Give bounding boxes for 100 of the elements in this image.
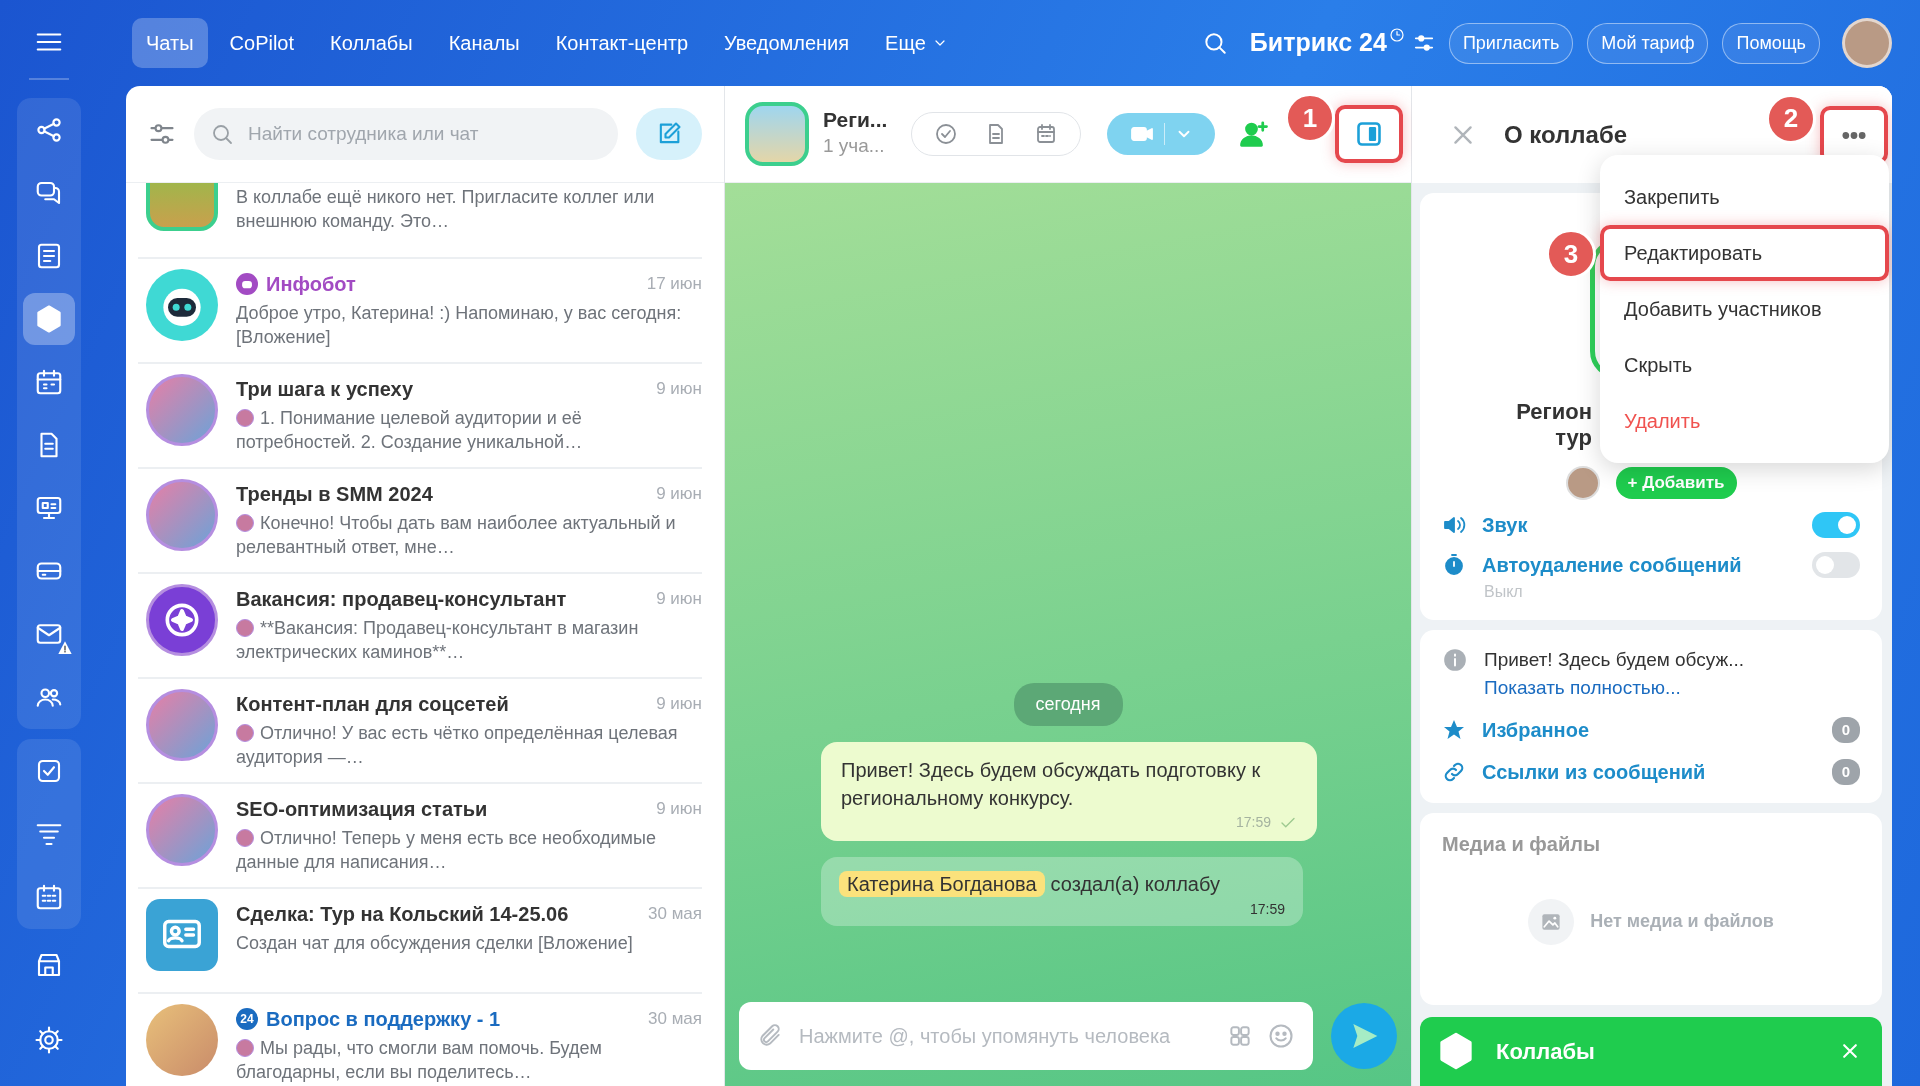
header-button[interactable]: Пригласить bbox=[1448, 22, 1574, 64]
header-button[interactable]: Мой тариф bbox=[1587, 22, 1709, 64]
description-text: Привет! Здесь будем обсуж... bbox=[1484, 647, 1745, 672]
nav-tab[interactable]: Каналы bbox=[434, 18, 534, 68]
hexagon-icon bbox=[34, 304, 64, 334]
chat-date: 9 июн bbox=[656, 798, 702, 821]
section-link[interactable]: Ссылки из сообщений bbox=[1482, 756, 1706, 787]
info-icon bbox=[1442, 647, 1468, 674]
chat-date: 9 июн bbox=[656, 588, 702, 611]
chat-list-item[interactable]: Контент-план для соцсетей 9 июн Отлично! У вас есть чётко определённая целевая аудитория —… bbox=[138, 679, 702, 784]
message-time: 17:59 bbox=[1249, 901, 1285, 917]
count-badge: 0 bbox=[1831, 716, 1860, 744]
chat-date: 9 июн bbox=[656, 378, 702, 401]
menu-item[interactable]: Редактировать bbox=[1600, 225, 1889, 281]
brand-logo: Битрикс 24 bbox=[1249, 27, 1387, 59]
chat-name: Инфобот bbox=[266, 272, 356, 297]
chat-list-item[interactable]: Вакансия: продавец-консультант 9 июн **Вакансия: Продавец-консультант в магазин электрических каминов**… bbox=[138, 574, 702, 679]
calendar-icon bbox=[34, 367, 64, 397]
banner-title: Коллабы bbox=[1496, 1037, 1595, 1066]
nodes-icon bbox=[34, 115, 64, 145]
message-time: 17:59 bbox=[1235, 813, 1271, 832]
menu-item[interactable]: Закрепить bbox=[1600, 169, 1889, 225]
panel-toggle-button[interactable] bbox=[1335, 105, 1403, 163]
chat-list-item[interactable]: Три шага к успеху 9 июн 1. Понимание целевой аудитории и её потребностей. 2. Создание уникальной… bbox=[138, 364, 702, 469]
message-field[interactable]: Нажмите @, чтобы упомянуть человека bbox=[739, 1002, 1313, 1070]
nav-tab[interactable]: Чаты bbox=[132, 18, 208, 68]
chat-name: SEO-оптимизация статьи bbox=[236, 797, 488, 822]
section-title: Медиа и файлы bbox=[1442, 831, 1601, 857]
settings-icon bbox=[34, 1025, 64, 1055]
step-number: 1 bbox=[1285, 93, 1335, 143]
search-field[interactable]: Найти сотрудника или чат bbox=[194, 108, 618, 160]
message-preview: Конечно! Чтобы дать вам наиболее актуальный и релевантный ответ, мне… bbox=[236, 513, 676, 557]
date-divider: сегодня bbox=[1013, 683, 1123, 726]
nav-tab[interactable]: Еще bbox=[871, 18, 962, 68]
collab-name: Регион bbox=[1515, 399, 1592, 426]
nav-tab[interactable]: Уведомления bbox=[710, 18, 864, 68]
chat-title: Реги... bbox=[823, 107, 888, 133]
toggle-switch[interactable] bbox=[1812, 511, 1860, 538]
count-badge: 0 bbox=[1831, 758, 1860, 786]
chat-name: Сделка: Тур на Кольский 14-25.06 bbox=[236, 902, 569, 927]
user-avatar[interactable] bbox=[1842, 18, 1892, 68]
count-badge: 24 bbox=[236, 1008, 258, 1030]
chat-name: Контент-план для соцсетей bbox=[236, 692, 509, 717]
message-preview: 1. Понимание целевой аудитории и её потребностей. 2. Создание уникальной… bbox=[236, 408, 583, 452]
add-user-icon bbox=[1239, 119, 1270, 149]
message-preview: Доброе утро, Катерина! :) Напоминаю, у вас сегодня: [Вложение] bbox=[236, 303, 682, 347]
grid-icon bbox=[1227, 1023, 1253, 1049]
chat-date: 9 июн bbox=[656, 693, 702, 716]
nav-tab[interactable]: Контакт-центр bbox=[541, 18, 703, 68]
message-input[interactable]: Нажмите @, чтобы упомянуть человека bbox=[797, 1020, 1213, 1052]
show-more-link[interactable]: Показать полностью... bbox=[1484, 674, 1860, 703]
warning-icon bbox=[57, 640, 73, 656]
setting-label: Автоудаление сообщений bbox=[1482, 552, 1742, 578]
section-link[interactable]: Избранное bbox=[1482, 714, 1589, 745]
more-icon bbox=[1842, 131, 1866, 139]
panel-icon bbox=[1355, 120, 1383, 148]
calendar-grid-icon bbox=[34, 882, 64, 912]
message-preview: Создан чат для обсуждения сделки [Вложение] bbox=[236, 933, 633, 953]
chat-list-item[interactable]: Тренды в SMM 2024 9 июн Конечно! Чтобы дать вам наиболее актуальный и релевантный ответ, мне… bbox=[138, 469, 702, 574]
nav-tab[interactable]: CoPilot bbox=[215, 18, 309, 68]
chat-name: Тренды в SMM 2024 bbox=[236, 482, 433, 507]
system-text: создал(а) коллабу bbox=[1050, 873, 1220, 895]
menu-item[interactable]: Удалить bbox=[1600, 393, 1889, 449]
search-icon bbox=[210, 122, 234, 146]
search-input[interactable]: Найти сотрудника или чат bbox=[246, 118, 602, 150]
chat-date: 17 июн bbox=[646, 273, 702, 296]
paperclip-icon bbox=[757, 1023, 783, 1049]
chat-name: Вакансия: продавец-консультант bbox=[236, 587, 567, 612]
collab-photo bbox=[745, 102, 809, 166]
chat-list-item[interactable]: Сделка: Тур на Кольский 14-25.06 30 мая Создан чат для обсуждения сделки [Вложение] bbox=[138, 889, 702, 994]
emoji-icon bbox=[1267, 1022, 1295, 1050]
message-preview: В коллабе ещё никого нет. Пригласите коллег или внешнюю команду. Это… bbox=[236, 187, 655, 231]
sliders-icon bbox=[1412, 32, 1435, 54]
image-icon bbox=[1528, 898, 1575, 945]
chat-list-item[interactable]: 24 Вопрос в поддержку - 1 30 мая Мы рады, что смогли вам помочь. Будем благодарны, если вы поделитесь… bbox=[138, 994, 702, 1086]
hexagon-button[interactable] bbox=[23, 293, 75, 345]
message-preview: **Вакансия: Продавец-консультант в магазин электрических каминов**… bbox=[236, 618, 639, 662]
chat-date: 30 мая bbox=[648, 903, 702, 926]
chat-name: Вопрос в поддержку - 1 bbox=[266, 1007, 501, 1032]
chat-list-item[interactable]: В коллабе ещё никого нет. Пригласите коллег или внешнюю команду. Это… bbox=[138, 183, 702, 259]
message-preview: Отлично! Теперь у меня есть все необходимые данные для написания… bbox=[236, 828, 656, 872]
empty-state-text: Нет медиа и файлов bbox=[1590, 910, 1774, 934]
chat-date: 30 мая bbox=[648, 1008, 702, 1031]
clock-icon bbox=[1388, 27, 1405, 43]
check-circle-icon bbox=[934, 122, 959, 146]
compose-button[interactable] bbox=[636, 108, 702, 160]
nav-tab[interactable]: Коллабы bbox=[316, 18, 427, 68]
toggle-switch[interactable] bbox=[1812, 551, 1860, 578]
menu-item[interactable]: Скрыть bbox=[1600, 337, 1889, 393]
header-button[interactable]: Помощь bbox=[1722, 22, 1820, 64]
chat-list-item[interactable]: Инфобот 17 июн Доброе утро, Катерина! :) Напоминаю, у вас сегодня: [Вложение] bbox=[138, 259, 702, 364]
menu-item[interactable]: Добавить участников bbox=[1600, 281, 1889, 337]
collab-name: тур bbox=[1554, 425, 1592, 452]
setting-label: Звук bbox=[1482, 512, 1528, 538]
member-avatar bbox=[1565, 465, 1600, 500]
author-name[interactable]: Катерина Богданова bbox=[839, 871, 1045, 897]
chat-list-item[interactable]: SEO-оптимизация статьи 9 июн Отлично! Теперь у меня есть все необходимые данные для написания… bbox=[138, 784, 702, 889]
chat-date: 9 июн bbox=[656, 483, 702, 506]
member-count: 1 уча... bbox=[823, 134, 886, 159]
message-preview: Отлично! У вас есть чётко определённая целевая аудитория —… bbox=[236, 723, 678, 767]
